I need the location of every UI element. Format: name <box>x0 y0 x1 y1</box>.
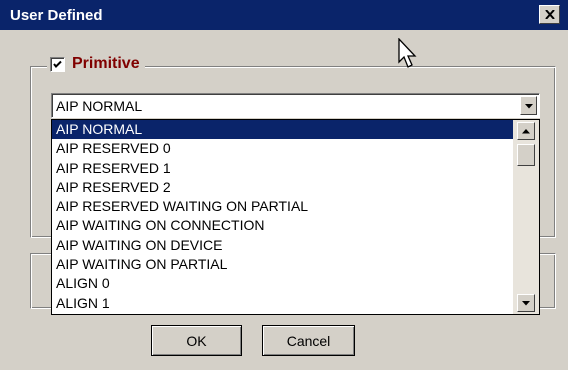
window-title: User Defined <box>10 7 103 24</box>
vertical-scrollbar[interactable] <box>513 120 539 314</box>
scroll-down-button[interactable] <box>517 294 535 312</box>
list-item[interactable]: ALIGN 0 <box>52 274 513 293</box>
chevron-down-icon <box>525 104 533 109</box>
list-items: AIP NORMAL AIP RESERVED 0 AIP RESERVED 1 AI… <box>52 120 513 313</box>
list-item[interactable]: AIP RESERVED WAITING ON PARTIAL <box>52 197 513 216</box>
close-icon <box>545 10 555 19</box>
combo-value: AIP NORMAL <box>56 98 143 114</box>
mouse-pointer-icon <box>398 38 417 68</box>
list-item[interactable]: AIP RESERVED 2 <box>52 178 513 197</box>
dropdown-list[interactable]: AIP NORMAL AIP RESERVED 0 AIP RESERVED 1 AI… <box>51 119 540 315</box>
primitive-legend: Primitive <box>47 53 145 75</box>
list-item[interactable]: AIP WAITING ON CONNECTION <box>52 216 513 235</box>
scroll-up-button[interactable] <box>517 122 535 140</box>
list-item[interactable]: AIP NORMAL <box>52 120 513 140</box>
title-bar[interactable]: User Defined <box>0 0 568 30</box>
dropdown-button[interactable] <box>520 96 537 115</box>
list-item[interactable]: AIP WAITING ON DEVICE <box>52 236 513 255</box>
list-item[interactable]: AIP RESERVED 0 <box>52 139 513 158</box>
primitive-combobox[interactable]: AIP NORMAL <box>51 93 540 118</box>
arrow-up-icon <box>522 129 530 134</box>
scroll-thumb[interactable] <box>517 144 535 166</box>
close-button[interactable] <box>539 5 560 24</box>
ok-button[interactable]: OK <box>151 325 242 356</box>
checkmark-icon <box>53 60 62 68</box>
list-item[interactable]: ALIGN 1 <box>52 294 513 313</box>
primitive-checkbox[interactable] <box>50 56 65 72</box>
list-item[interactable]: AIP RESERVED 1 <box>52 159 513 178</box>
arrow-down-icon <box>522 301 530 306</box>
primitive-label: Primitive <box>72 55 140 72</box>
cancel-button[interactable]: Cancel <box>262 325 355 356</box>
list-item[interactable]: AIP WAITING ON PARTIAL <box>52 255 513 274</box>
